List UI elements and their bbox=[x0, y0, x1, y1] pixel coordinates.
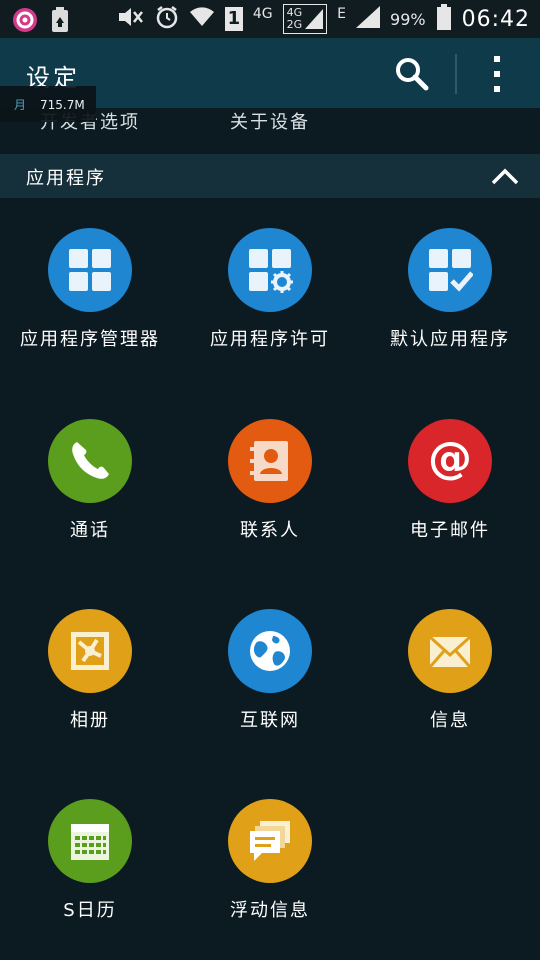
more-vert-icon bbox=[494, 56, 500, 92]
default-apps-icon bbox=[408, 228, 492, 312]
network-type-4g: 4G bbox=[252, 6, 273, 22]
chevron-up-icon bbox=[490, 164, 520, 188]
gallery-label: 相册 bbox=[70, 710, 110, 731]
calendar-label: S日历 bbox=[63, 900, 117, 921]
contacts-label: 联系人 bbox=[240, 520, 300, 541]
app-permissions-item[interactable]: 应用程序许可 bbox=[180, 228, 360, 418]
app-manager-label: 应用程序管理器 bbox=[20, 329, 160, 350]
battery-percent: 99% bbox=[390, 9, 426, 29]
about-device-item[interactable]: 关于设备 bbox=[230, 108, 310, 134]
status-bar-notifications bbox=[12, 6, 70, 38]
search-button[interactable] bbox=[392, 54, 432, 94]
section-header-applications[interactable]: 应用程序 bbox=[0, 154, 540, 198]
signal-strength-icon bbox=[305, 9, 324, 29]
default-apps-label: 默认应用程序 bbox=[390, 329, 510, 350]
email-icon: @ bbox=[408, 419, 492, 503]
sim-number: 1 bbox=[224, 7, 243, 31]
wifi-icon bbox=[189, 6, 215, 32]
floating-message-label: 浮动信息 bbox=[230, 900, 310, 921]
calendar-item[interactable]: S日历 bbox=[0, 799, 180, 960]
message-label: 信息 bbox=[430, 710, 470, 731]
app-manager-item[interactable]: 应用程序管理器 bbox=[0, 228, 180, 418]
network-type-e: E bbox=[337, 6, 347, 22]
phone-label: 通话 bbox=[70, 520, 110, 541]
contacts-icon bbox=[228, 419, 312, 503]
clock: 06:42 bbox=[461, 6, 530, 32]
search-icon bbox=[396, 58, 429, 91]
contacts-item[interactable]: 联系人 bbox=[180, 419, 360, 609]
battery-icon bbox=[436, 3, 452, 35]
battery-recycle-notification-icon bbox=[50, 6, 70, 38]
phone-item[interactable]: 通话 bbox=[0, 419, 180, 609]
gallery-item[interactable]: 相册 bbox=[0, 609, 180, 799]
floating-message-item[interactable]: 浮动信息 bbox=[180, 799, 360, 960]
memory-overlay-label: 月 bbox=[14, 98, 27, 112]
floating-message-icon bbox=[228, 799, 312, 883]
signal-bars-icon bbox=[356, 6, 381, 32]
email-label: 电子邮件 bbox=[410, 520, 490, 541]
memory-overlay[interactable]: 月 715.7M bbox=[0, 86, 96, 122]
app-manager-icon bbox=[48, 228, 132, 312]
settings-screen: 1 4G 4G 2G E 99% 06:42 设定 开发者选项 关于设备 月 7… bbox=[0, 0, 540, 960]
calendar-icon bbox=[48, 799, 132, 883]
app-permissions-icon bbox=[228, 228, 312, 312]
app-permissions-label: 应用程序许可 bbox=[210, 329, 330, 350]
action-bar-divider bbox=[455, 54, 457, 94]
status-bar-system: 1 4G 4G 2G E 99% 06:42 bbox=[115, 2, 530, 36]
status-bar: 1 4G 4G 2G E 99% 06:42 bbox=[0, 0, 540, 38]
svg-text:@: @ bbox=[428, 436, 472, 484]
mute-icon bbox=[115, 5, 145, 33]
messenger-notification-icon bbox=[12, 7, 38, 37]
network-2g-label: 2G bbox=[286, 18, 303, 31]
message-icon bbox=[408, 609, 492, 693]
dual-network-box: 4G 2G bbox=[282, 4, 328, 34]
internet-item[interactable]: 互联网 bbox=[180, 609, 360, 799]
message-item[interactable]: 信息 bbox=[360, 609, 540, 799]
internet-label: 互联网 bbox=[240, 710, 300, 731]
phone-icon bbox=[48, 419, 132, 503]
memory-overlay-value: 715.7M bbox=[40, 98, 85, 112]
gallery-icon bbox=[48, 609, 132, 693]
more-options-button[interactable] bbox=[482, 52, 512, 96]
email-item[interactable]: @ 电子邮件 bbox=[360, 419, 540, 609]
section-title: 应用程序 bbox=[26, 168, 106, 189]
default-apps-item[interactable]: 默认应用程序 bbox=[360, 228, 540, 418]
internet-icon bbox=[228, 609, 312, 693]
alarm-icon bbox=[155, 5, 179, 33]
